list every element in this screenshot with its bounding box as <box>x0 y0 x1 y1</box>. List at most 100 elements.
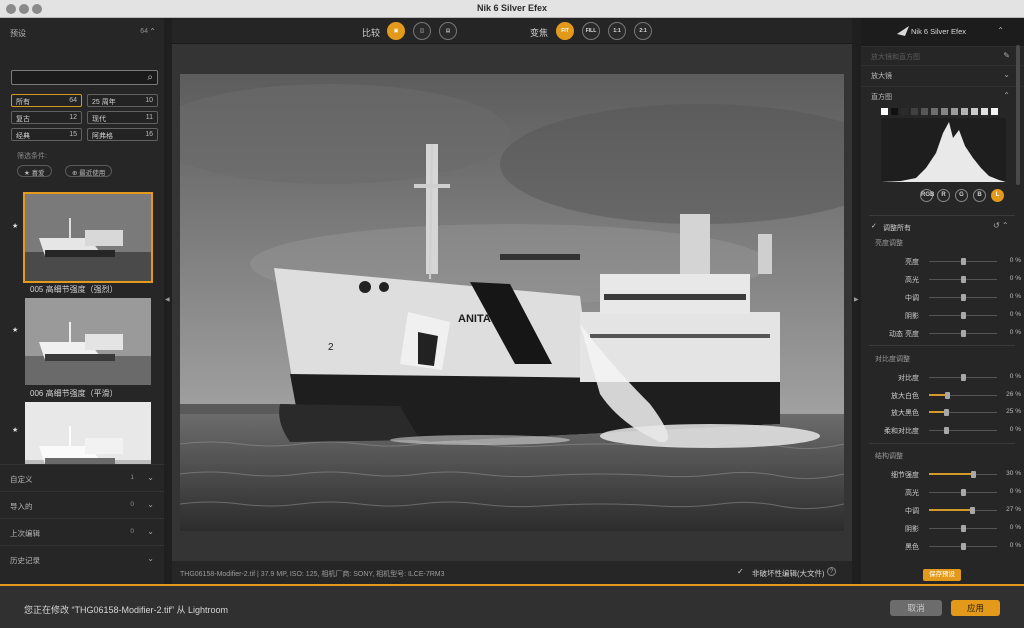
side-by-side-button[interactable]: ▤ <box>439 22 457 40</box>
histogram-rgb-button[interactable]: RGB <box>920 189 934 202</box>
slider-handle[interactable] <box>961 312 966 319</box>
scrollbar[interactable] <box>1016 45 1020 185</box>
slider-track[interactable] <box>929 427 997 434</box>
chevron-down-icon[interactable]: ⌄ <box>147 554 154 563</box>
slider-handle[interactable] <box>961 489 966 496</box>
slider-track[interactable] <box>929 330 997 337</box>
nondestructive-label[interactable]: 非破坏性编辑(大文件) <box>752 568 825 579</box>
apply-button[interactable]: 应用 <box>951 600 1000 616</box>
slider-handle[interactable] <box>944 409 949 416</box>
slider-track[interactable] <box>929 525 997 532</box>
chevron-up-icon[interactable]: ⌃ <box>1003 91 1010 100</box>
filter-all[interactable]: 所有 64 <box>11 94 82 107</box>
section-history[interactable]: 历史记录 ⌄ <box>0 545 164 572</box>
pin-icon[interactable]: ✎ <box>1003 51 1010 60</box>
presets-header[interactable]: 预设 64 ⌃ <box>0 18 164 46</box>
slider-handle[interactable] <box>944 392 950 399</box>
slider-handle[interactable] <box>971 471 977 478</box>
filter-afger[interactable]: 阿弗格 16 <box>87 128 158 141</box>
histogram-g-button[interactable]: G <box>955 189 968 202</box>
section-custom[interactable]: 自定义 1 ⌄ <box>0 464 164 491</box>
chevron-down-icon[interactable]: ⌄ <box>147 473 154 482</box>
section-imported[interactable]: 导入的 0 ⌄ <box>0 491 164 518</box>
left-panel-collapse[interactable]: ◀ <box>164 18 172 584</box>
collapse-up-icon[interactable]: ⌃ <box>997 26 1004 35</box>
histogram-b-button[interactable]: B <box>973 189 986 202</box>
search-icon[interactable]: ⌕ <box>147 72 153 83</box>
slider-value: 25 % <box>1006 408 1021 415</box>
cancel-button[interactable]: 取消 <box>890 600 942 616</box>
contrast-group-label: 对比度调整 <box>875 356 910 363</box>
slider-track[interactable] <box>929 392 997 399</box>
zoom-2to1-button[interactable]: 2:1 <box>634 22 652 40</box>
preset-thumbnail[interactable] <box>23 192 153 283</box>
zoom-fill-button[interactable]: FILL <box>582 22 600 40</box>
filter-label: 经典 <box>16 133 30 140</box>
filter-25th-anniversary[interactable]: 25 周年 10 <box>87 94 158 107</box>
slider-track[interactable] <box>929 409 997 416</box>
slider-handle[interactable] <box>961 276 966 283</box>
zoom-1to1-button[interactable]: 1:1 <box>608 22 626 40</box>
single-view-button[interactable]: ▣ <box>387 22 405 40</box>
slider-label: 阴影 <box>905 526 919 533</box>
slider-handle[interactable] <box>961 525 966 532</box>
chevron-down-icon[interactable]: ⌄ <box>147 500 154 509</box>
slider-track[interactable] <box>929 312 997 319</box>
adjustments-panel: Nik 6 Silver Efex ⌃ 放大镜和直方图 ✎ 放大镜 ⌄ 直方图 … <box>861 18 1024 584</box>
star-icon[interactable]: ★ <box>12 426 18 434</box>
reset-icon[interactable]: ↺ ⌃ <box>993 221 1009 230</box>
preset-thumbnail[interactable] <box>25 402 151 464</box>
slider-track[interactable] <box>929 258 997 265</box>
save-preset-button[interactable]: 保存预设 <box>923 569 961 581</box>
section-label: 上次编辑 <box>10 529 40 538</box>
chevron-up-icon[interactable]: ⌃ <box>149 27 156 36</box>
slider-handle[interactable] <box>961 374 966 381</box>
section-count: 0 <box>130 528 134 535</box>
slider-track[interactable] <box>929 489 997 496</box>
slider-track[interactable] <box>929 294 997 301</box>
checkmark-icon[interactable]: ✓ <box>737 567 744 576</box>
histogram-row[interactable]: 直方图 ⌃ <box>861 86 1024 104</box>
loupe-histogram-row[interactable]: 放大镜和直方图 ✎ <box>861 46 1024 64</box>
presets-count: 64 <box>140 28 148 35</box>
checkmark-icon[interactable]: ✓ <box>871 222 877 230</box>
histogram-r-button[interactable]: R <box>937 189 950 202</box>
slider-track[interactable] <box>929 507 997 514</box>
star-icon[interactable]: ★ <box>12 326 18 334</box>
slider-handle[interactable] <box>961 330 966 337</box>
right-panel-collapse[interactable]: ▶ <box>852 18 861 584</box>
chevron-left-icon[interactable]: ◀ <box>165 296 170 303</box>
chevron-right-icon[interactable]: ▶ <box>854 296 859 303</box>
chevron-down-icon[interactable]: ⌄ <box>1003 70 1010 79</box>
star-icon[interactable]: ★ <box>12 222 18 230</box>
slider-handle[interactable] <box>961 294 966 301</box>
filter-classic[interactable]: 经典 15 <box>11 128 82 141</box>
slider-track[interactable] <box>929 543 997 550</box>
slider-handle[interactable] <box>970 507 976 514</box>
bow-mark: 2 <box>328 342 334 353</box>
slider-value: 0 % <box>1009 329 1021 336</box>
slider-track[interactable] <box>929 276 997 283</box>
recent-pill[interactable]: ⊕ 最近使用 <box>65 165 113 177</box>
slider-handle[interactable] <box>961 543 966 550</box>
filter-modern[interactable]: 现代 11 <box>87 111 158 124</box>
histogram <box>881 108 1006 182</box>
slider-track[interactable] <box>929 471 997 478</box>
zoom-fit-button[interactable]: FIT <box>556 22 574 40</box>
slider-handle[interactable] <box>944 427 949 434</box>
footer-bar: 您正在修改 “THG06158-Modifier-2.tif” 从 Lightr… <box>0 584 1024 628</box>
help-icon[interactable]: ? <box>827 567 836 576</box>
preset-thumbnail[interactable] <box>25 298 151 385</box>
section-last-edit[interactable]: 上次编辑 0 ⌄ <box>0 518 164 545</box>
loupe-row[interactable]: 放大镜 ⌄ <box>861 65 1024 83</box>
filter-vintage[interactable]: 复古 12 <box>11 111 82 124</box>
slider-track[interactable] <box>929 374 997 381</box>
favorites-pill[interactable]: ★ 喜爱 <box>17 165 52 177</box>
slider-handle[interactable] <box>961 258 966 265</box>
split-view-button[interactable]: ◫ <box>413 22 431 40</box>
preview-image[interactable]: ANITA 2 <box>180 74 844 531</box>
chevron-down-icon[interactable]: ⌄ <box>147 527 154 536</box>
section-count: 1 <box>130 474 134 481</box>
preset-search-input[interactable]: ⌕ <box>11 70 158 85</box>
histogram-l-button[interactable]: L <box>991 189 1004 202</box>
